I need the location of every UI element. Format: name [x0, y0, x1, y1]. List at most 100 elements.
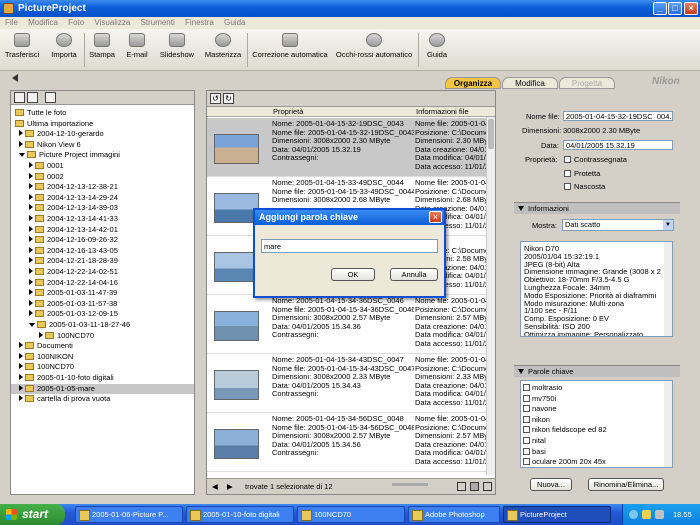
keyword-checkbox[interactable] — [523, 458, 530, 466]
expand-arrow-icon[interactable] — [29, 278, 33, 285]
menu-visualizza[interactable]: Visualizza — [94, 18, 130, 27]
print-button[interactable]: Stampa — [86, 31, 118, 59]
start-button[interactable]: start — [0, 504, 65, 525]
prev-arrow-icon[interactable]: ◀ — [212, 479, 218, 495]
expand-arrow-icon[interactable] — [29, 246, 33, 253]
protect-checkbox[interactable] — [564, 170, 571, 177]
tree-item[interactable]: 100NIKON — [19, 352, 73, 362]
menu-file[interactable]: File — [5, 18, 18, 27]
keyword-checkbox[interactable] — [523, 384, 530, 391]
expand-arrow-icon[interactable] — [19, 374, 23, 380]
tree-item[interactable]: Documenti — [19, 341, 73, 351]
tree-item[interactable]: Nikon View 6 — [19, 140, 81, 150]
tree-item[interactable]: 100NCD70 — [19, 362, 74, 372]
keyword-input[interactable]: mare — [261, 239, 438, 253]
tree-item[interactable]: 2004-12-13-14-29-24 — [29, 193, 118, 203]
expand-arrow-icon[interactable] — [29, 225, 33, 232]
volume-icon[interactable] — [642, 510, 651, 519]
photo-row[interactable]: Nome: 2005-01-04-15-34-56DSC_0048 Nome fi… — [207, 413, 489, 472]
dialog-ok-button[interactable]: OK — [331, 268, 375, 281]
keywords-section-header[interactable]: Parole chiave — [514, 365, 680, 377]
device-icon[interactable] — [655, 510, 664, 519]
dialog-cancel-button[interactable]: Annulla — [390, 268, 438, 281]
keyword-item[interactable]: moltrasio — [523, 383, 562, 393]
expand-arrow-icon[interactable] — [29, 299, 33, 306]
expand-arrow-icon[interactable] — [29, 236, 33, 243]
hide-checkbox[interactable] — [564, 183, 571, 190]
transfer-button[interactable]: Trasferisci — [3, 31, 41, 59]
tree-item[interactable]: Picture Project immagini — [19, 150, 120, 160]
filename-field[interactable]: 2005-01-04-15-32-19DSC_004... — [563, 111, 673, 121]
dialog-close-icon[interactable]: × — [429, 211, 442, 223]
expand-arrow-icon[interactable] — [29, 162, 33, 168]
tree-item[interactable]: 2004-12-21-18-28-39 — [29, 256, 118, 266]
tab-organizza[interactable]: Organizza — [445, 77, 501, 89]
rotate-right-icon[interactable]: ↻ — [223, 93, 234, 104]
slideshow-button[interactable]: Slideshow — [157, 31, 197, 59]
tree-item[interactable]: 0001 — [29, 161, 64, 171]
photo-thumbnail[interactable] — [214, 134, 259, 164]
expand-arrow-icon[interactable] — [29, 268, 33, 274]
tree-item[interactable]: 2004-12-13-14-42-01 — [29, 225, 118, 235]
tree-item[interactable]: 2004-12-13-14-41-33 — [29, 214, 118, 224]
task-foto-digitali[interactable]: 2005-01-10-foto digitali — [186, 506, 294, 523]
expand-arrow-icon[interactable] — [29, 183, 33, 190]
expand-arrow-icon[interactable] — [19, 395, 23, 402]
photo-row[interactable]: Nome: 2005-01-04-15-34-43DSC_0047 Nome fi… — [207, 354, 489, 413]
menu-foto[interactable]: Foto — [68, 18, 84, 27]
keyword-checkbox[interactable] — [523, 394, 530, 402]
keyword-checkbox[interactable] — [523, 437, 530, 444]
zoom-slider[interactable] — [392, 483, 428, 486]
column-properties[interactable]: Proprietà — [273, 107, 303, 117]
expand-arrow-icon[interactable] — [29, 289, 33, 296]
tree-item[interactable]: 2005-01-03-12-09-15 — [29, 309, 118, 319]
tree-item[interactable]: 2005-01-10-foto digitali — [19, 373, 114, 383]
tree-item[interactable]: 2004-12-10-gerardo — [19, 129, 104, 139]
info-scrollbar[interactable] — [664, 242, 672, 336]
tree-item[interactable]: 2005-01-03-11-57-38 — [29, 299, 117, 309]
tree-item[interactable]: 2004-12-13-14-39-03 — [29, 203, 118, 213]
detail-view-icon[interactable] — [483, 482, 492, 491]
keyword-item[interactable]: nikon fieldscope ed 82 — [523, 425, 607, 435]
photo-row[interactable]: Nome: 2005-01-04-15-32-19DSC_0043 Nome fi… — [207, 118, 489, 177]
view-toggle-icon[interactable] — [27, 92, 38, 103]
tree-item[interactable]: Ultima importazione — [15, 119, 93, 129]
tree-item[interactable]: 2004-12-13-12-38-21 — [29, 182, 118, 192]
burn-button[interactable]: Masterizza — [203, 31, 243, 59]
tree-item[interactable]: 2005-01-03-11-47-39 — [29, 288, 117, 298]
flag-checkbox[interactable] — [564, 156, 571, 163]
expand-arrow-icon[interactable] — [29, 257, 33, 264]
tab-progetta[interactable]: Progetta — [559, 77, 615, 89]
close-button[interactable]: × — [684, 2, 698, 15]
task-pictureproject[interactable]: PictureProject — [503, 506, 611, 523]
keyword-checkbox[interactable] — [523, 415, 530, 423]
tree-item[interactable]: cartella di prova vuota — [19, 394, 110, 404]
chevron-down-icon[interactable]: ▼ — [663, 220, 673, 230]
list-view-icon[interactable] — [470, 482, 479, 491]
column-fileinfo[interactable]: Informazioni file — [416, 107, 469, 117]
expand-arrow-icon[interactable] — [29, 310, 33, 317]
expand-arrow-icon[interactable] — [19, 352, 23, 359]
show-select[interactable]: Dati scatto ▼ — [562, 219, 674, 231]
new-keyword-button[interactable]: Nuova... — [530, 478, 572, 491]
tree-item[interactable]: 2004-12-22-14-04-16 — [29, 278, 118, 288]
keyword-item[interactable]: oculare 200m 20x 45x — [523, 457, 606, 467]
scroll-thumb[interactable] — [488, 119, 494, 149]
expand-arrow-icon[interactable] — [19, 140, 23, 147]
keyword-checkbox[interactable] — [523, 447, 530, 455]
email-button[interactable]: E-mail — [121, 31, 153, 59]
new-folder-icon[interactable] — [14, 92, 25, 103]
keyword-item[interactable]: nikon — [523, 415, 550, 425]
expand-arrow-icon[interactable] — [19, 384, 23, 391]
expand-arrow-icon[interactable] — [29, 215, 33, 221]
tree-item[interactable]: 2004-12-22-14-02-51 — [29, 267, 118, 277]
photo-thumbnail[interactable] — [214, 370, 259, 400]
menu-finestra[interactable]: Finestra — [185, 18, 214, 27]
tree-item[interactable]: 2004-12-16-13-43-05 — [29, 246, 118, 256]
photo-row[interactable]: Nome: 2005-01-04-15-34-36DSC_0046 Nome fi… — [207, 295, 489, 354]
photo-thumbnail[interactable] — [214, 311, 259, 341]
rotate-left-icon[interactable]: ↺ — [210, 93, 221, 104]
menu-guida[interactable]: Guida — [224, 18, 245, 27]
list-scrollbar[interactable] — [486, 117, 495, 475]
tree-item[interactable]: Tutte le foto — [15, 108, 66, 118]
